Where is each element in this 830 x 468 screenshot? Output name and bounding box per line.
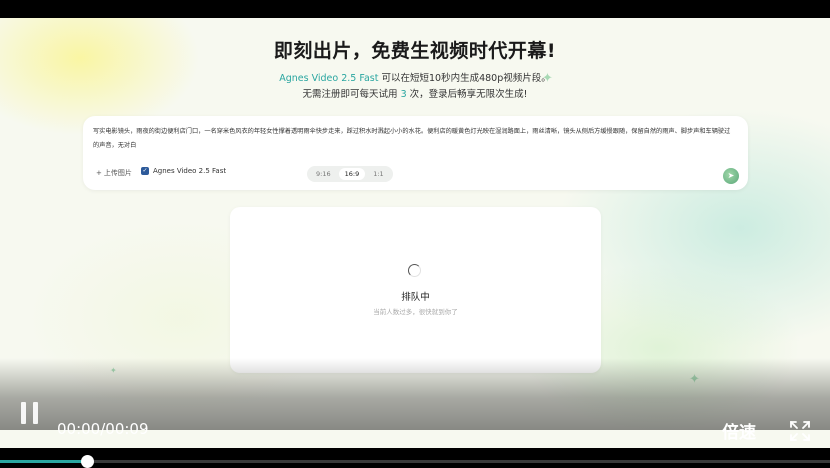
top-letterbox bbox=[0, 0, 830, 18]
playback-speed-button[interactable]: 倍速 bbox=[722, 418, 756, 443]
model-name-highlight: Agnes Video 2.5 Fast bbox=[279, 73, 379, 84]
ratio-option-9-16[interactable]: 9:16 bbox=[310, 168, 337, 180]
ratio-option-16-9[interactable]: 16:9 bbox=[338, 168, 366, 180]
progress-fill bbox=[0, 460, 88, 463]
upload-image-button[interactable]: + 上传图片 bbox=[96, 168, 132, 178]
progress-scrubber-handle[interactable] bbox=[81, 455, 95, 468]
subtitle-2-before: 无需注册即可每天试用 bbox=[302, 89, 398, 100]
pause-button[interactable] bbox=[20, 402, 40, 424]
progress-bar[interactable] bbox=[0, 455, 830, 468]
pause-icon bbox=[21, 402, 26, 424]
fullscreen-icon bbox=[790, 421, 810, 441]
prompt-card: 写实电影镜头，雨夜的街边便利店门口，一名穿米色风衣的年轻女性撑着透明雨伞快步走来… bbox=[83, 116, 748, 190]
prompt-textarea[interactable]: 写实电影镜头，雨夜的街边便利店门口，一名穿米色风衣的年轻女性撑着透明雨伞快步走来… bbox=[93, 125, 733, 153]
page-headline: 即刻出片，免费生视频时代开幕! bbox=[273, 40, 557, 62]
plus-icon: + bbox=[96, 169, 102, 177]
trial-count: 3 bbox=[400, 89, 407, 100]
subtitle-1-text: 可以在短短10秒内生成480p视频片段。 bbox=[381, 73, 551, 84]
fullscreen-button[interactable] bbox=[789, 420, 811, 442]
model-checkbox[interactable]: ✓ Agnes Video 2.5 Fast bbox=[141, 167, 226, 175]
queue-title: 排队中 bbox=[401, 292, 430, 303]
loading-spinner-icon bbox=[408, 264, 421, 277]
send-icon: ➤ bbox=[727, 171, 735, 180]
subtitle-2-after: 次，登录后畅享无限次生成! bbox=[409, 89, 528, 100]
checkbox-checked-icon: ✓ bbox=[141, 167, 149, 175]
subtitle-line-1: Agnes Video 2.5 Fast 可以在短短10秒内生成480p视频片段… bbox=[0, 70, 830, 84]
aspect-ratio-selector: 9:16 16:9 1:1 bbox=[307, 166, 393, 182]
sparkle-icon: ✦ bbox=[542, 71, 553, 86]
queue-subtitle: 当前人数过多，很快就到你了 bbox=[373, 308, 458, 316]
pause-icon-bar bbox=[33, 402, 38, 424]
upload-image-label: 上传图片 bbox=[103, 169, 132, 177]
model-checkbox-label: Agnes Video 2.5 Fast bbox=[153, 167, 227, 175]
send-button[interactable]: ➤ bbox=[723, 168, 739, 184]
subtitle-line-2: 无需注册即可每天试用 3 次，登录后畅享无限次生成! bbox=[0, 86, 830, 100]
queue-status-card: 排队中 当前人数过多，很快就到你了 bbox=[230, 207, 601, 373]
time-display: 00:00/00:09 bbox=[57, 420, 149, 438]
ratio-option-1-1[interactable]: 1:1 bbox=[367, 168, 389, 180]
